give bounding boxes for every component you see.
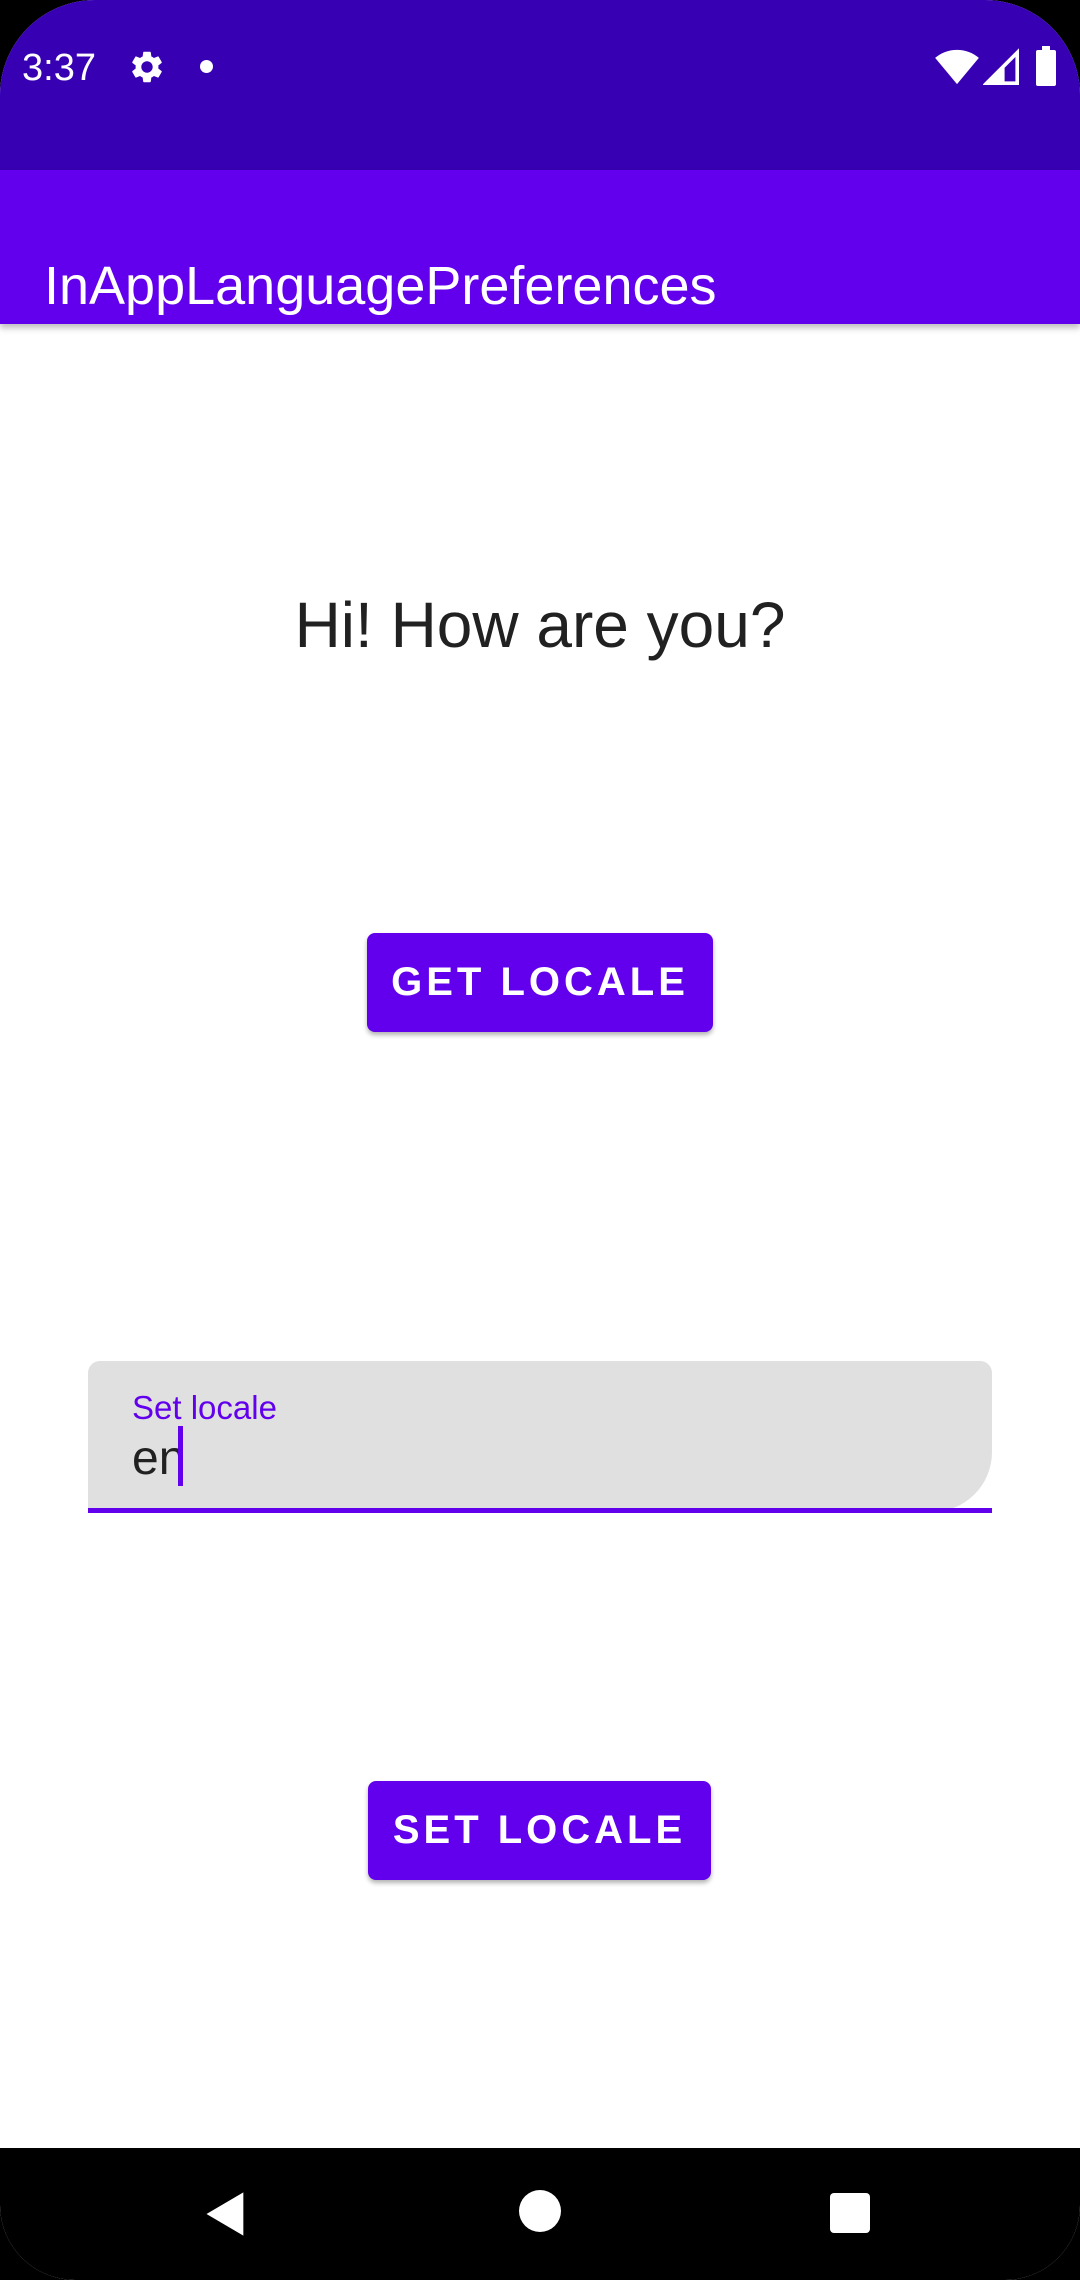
locale-input-underline — [88, 1508, 992, 1513]
set-locale-button[interactable]: SET LOCALE — [368, 1781, 711, 1880]
navigation-bar — [0, 2148, 1080, 2280]
phone-screen: 3:37 InAppLanguagePreferences Hi! How ar… — [0, 0, 1080, 2280]
status-time: 3:37 — [22, 47, 96, 89]
app-title: InAppLanguagePreferences — [44, 256, 717, 317]
get-locale-button[interactable]: GET LOCALE — [367, 933, 713, 1032]
locale-input[interactable]: Set locale en — [88, 1361, 992, 1512]
wifi-icon — [935, 49, 979, 85]
notification-dot-icon — [200, 60, 213, 73]
battery-icon — [1036, 46, 1056, 86]
signal-icon — [983, 48, 1019, 85]
back-icon[interactable] — [200, 2188, 252, 2240]
text-cursor — [178, 1426, 183, 1486]
status-bar: 3:37 — [0, 0, 1080, 170]
recents-icon[interactable] — [830, 2193, 870, 2233]
app-bar: InAppLanguagePreferences — [0, 170, 1080, 324]
locale-input-label: Set locale — [132, 1389, 277, 1426]
home-icon[interactable] — [519, 2190, 561, 2232]
gear-icon — [132, 51, 162, 83]
greeting-text: Hi! How are you? — [294, 589, 786, 661]
